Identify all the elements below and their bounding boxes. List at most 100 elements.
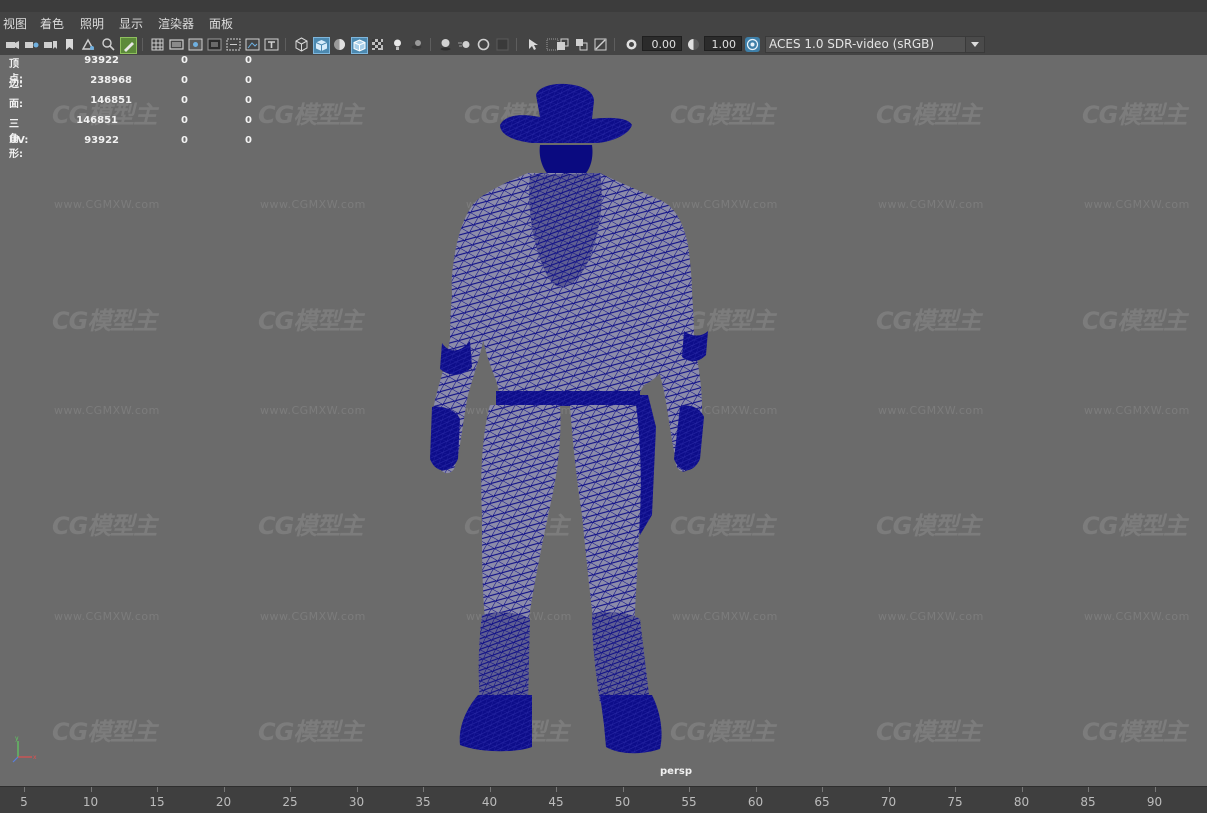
bookmark-camera-icon[interactable] [43, 37, 58, 52]
bookmark-icon[interactable] [62, 37, 77, 52]
default-material-icon[interactable] [332, 37, 347, 52]
gamma-field[interactable]: 1.00 [704, 36, 742, 51]
hud-label: 面: [9, 99, 23, 110]
hud-component: 0 [245, 95, 252, 106]
isolate-select-icon[interactable] [526, 37, 541, 52]
safe-title-icon[interactable] [264, 37, 279, 52]
3d-viewport[interactable]: CG模型主 CG模型主 CG模型主 CG模型主 CG模型主 CG模型主 CG模型主 CG模型主… [0, 55, 1207, 786]
image-plane-icon[interactable] [81, 37, 96, 52]
time-tick-label: 80 [1013, 795, 1030, 809]
toolbar-separator [516, 38, 517, 51]
time-tick-mark [290, 787, 291, 792]
hud-component: 0 [245, 115, 252, 126]
hud-selected: 0 [181, 115, 188, 126]
color-management-icon[interactable] [745, 37, 760, 52]
time-tick-mark [1088, 787, 1089, 792]
backface-culling-icon[interactable] [593, 37, 608, 52]
hud-selected: 0 [181, 75, 188, 86]
time-tick-label: 75 [947, 795, 963, 809]
exposure-field[interactable]: 0.00 [642, 36, 682, 51]
time-tick-mark [622, 787, 624, 792]
ambient-occlusion-icon[interactable] [438, 37, 453, 52]
time-tick-mark [1021, 787, 1023, 792]
camera-select-icon[interactable] [5, 37, 20, 52]
menu-shading[interactable]: 着色 [40, 15, 64, 32]
time-tick-mark [822, 787, 823, 792]
toolbar-separator [285, 38, 286, 51]
window-top-strip [0, 0, 1207, 12]
time-tick-mark [888, 787, 890, 792]
exposure-icon[interactable] [624, 37, 639, 52]
motion-blur-icon[interactable] [457, 37, 472, 52]
time-tick-label: 40 [481, 795, 498, 809]
film-gate-icon[interactable] [169, 37, 184, 52]
menu-view[interactable]: 视图 [3, 15, 27, 32]
toolbar-separator [614, 38, 615, 51]
gate-mask-icon[interactable] [207, 37, 222, 52]
time-tick-mark [423, 787, 424, 792]
gamma-icon[interactable] [686, 37, 701, 52]
hud-total: 93922 [84, 55, 119, 66]
hud-component: 0 [245, 135, 252, 146]
menu-lighting[interactable]: 照明 [80, 15, 104, 32]
time-tick-label: 30 [348, 795, 365, 809]
time-tick-mark [157, 787, 158, 792]
hud-total: 146851 [76, 115, 118, 126]
grid-icon[interactable] [150, 37, 165, 52]
xray-joints-icon[interactable] [555, 37, 570, 52]
time-tick-mark [689, 787, 690, 792]
axis-gizmo-icon: y x [12, 735, 37, 763]
time-tick-label: 35 [415, 795, 431, 809]
depth-of-field-icon[interactable] [495, 37, 510, 52]
field-chart-icon[interactable] [226, 37, 241, 52]
smooth-shade-cube-icon[interactable] [313, 37, 330, 54]
hud-component: 0 [245, 55, 252, 66]
multisample-aa-icon[interactable] [476, 37, 491, 52]
wireframe-character-model[interactable] [0, 55, 1207, 786]
hud-selected: 0 [181, 55, 188, 66]
grease-pencil-icon[interactable] [120, 37, 137, 54]
camera-name-label: persp [660, 766, 692, 777]
hud-selected: 0 [181, 95, 188, 106]
xray-checker-icon[interactable] [370, 37, 385, 52]
time-tick-label: 20 [215, 795, 232, 809]
time-tick-label: 70 [880, 795, 897, 809]
hud-label: UV: [9, 135, 29, 146]
hud-total: 93922 [84, 135, 119, 146]
wireframe-cube-icon[interactable] [294, 37, 309, 52]
lighting-icon[interactable] [390, 37, 405, 52]
character-arm-right [652, 200, 708, 472]
toolbar-separator [430, 38, 431, 51]
character-arm-left [430, 195, 486, 474]
hud-total: 146851 [90, 95, 132, 106]
character-legs [459, 405, 662, 754]
time-tick-mark [556, 787, 557, 792]
menu-panels[interactable]: 面板 [209, 15, 233, 32]
xray-active-components-icon[interactable] [574, 37, 589, 52]
hud-component: 0 [245, 75, 252, 86]
time-tick-mark [223, 787, 225, 792]
viewport-toolbar: 0.00 1.00 ACES 1.0 SDR-video (sRGB) [0, 34, 1207, 56]
resolution-gate-icon[interactable] [188, 37, 203, 52]
menu-renderer[interactable]: 渲染器 [158, 15, 194, 32]
shadows-icon[interactable] [409, 37, 424, 52]
time-tick-label: 5 [20, 795, 28, 809]
menu-show[interactable]: 显示 [119, 15, 143, 32]
hud-total: 238968 [90, 75, 132, 86]
view-transform-value: ACES 1.0 SDR-video (sRGB) [769, 37, 935, 51]
view-transform-dropdown[interactable]: ACES 1.0 SDR-video (sRGB) [765, 36, 985, 53]
2d-pan-zoom-icon[interactable] [101, 37, 116, 52]
chevron-down-icon[interactable] [965, 37, 984, 52]
time-tick-mark [1154, 787, 1156, 792]
safe-action-icon[interactable] [245, 37, 260, 52]
wireframe-on-shaded-icon[interactable] [351, 37, 368, 54]
time-tick-mark [356, 787, 358, 792]
time-tick-mark [24, 787, 25, 792]
time-tick-mark [90, 787, 92, 792]
time-tick-mark [755, 787, 757, 792]
viewport-menu-bar: 视图 着色 照明 显示 渲染器 面板 [0, 12, 1207, 35]
camera-attributes-icon[interactable] [24, 37, 39, 52]
time-tick-label: 60 [747, 795, 764, 809]
time-slider[interactable]: 5 10 15 20 25 30 35 40 45 50 55 60 65 70 75 80 85 90 [0, 786, 1207, 813]
hud-selected: 0 [181, 135, 188, 146]
